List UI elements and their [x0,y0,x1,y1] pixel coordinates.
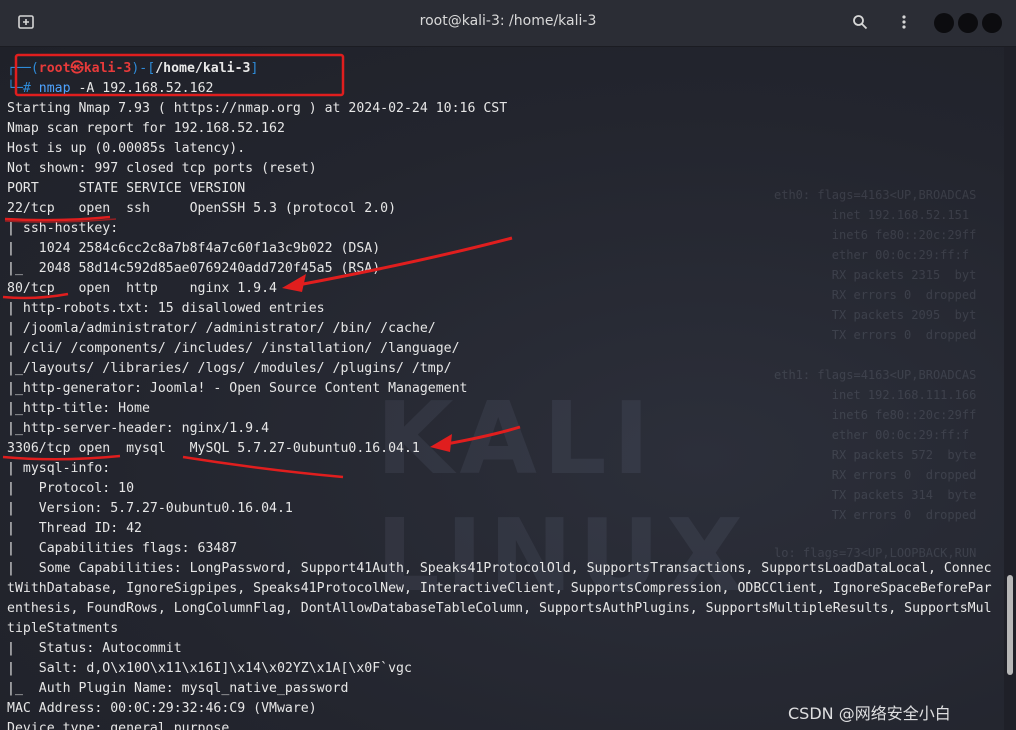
scrollbar[interactable] [1004,47,1016,730]
prompt-path: /home/kali-3 [155,61,251,76]
output-line: Host is up (0.00085s latency). [7,141,246,156]
scrollbar-thumb[interactable] [1007,575,1013,675]
output-line: tWithDatabase, IgnoreSigpipes, Speaks41P… [7,581,992,596]
output-line: Nmap scan report for 192.168.52.162 [7,121,285,136]
prompt-line: ┌──(root㉿kali-3)-[/home/kali-3] [7,61,259,76]
output-line: | ssh-hostkey: [7,221,127,236]
minimize-button[interactable] [934,13,954,33]
output-line: | Some Capabilities: LongPassword, Suppo… [7,561,992,576]
output-line: 22/tcp open ssh OpenSSH 5.3 (protocol 2.… [7,201,397,216]
output-line: | http-robots.txt: 15 disallowed entries [7,301,333,316]
output-line: PORT STATE SERVICE VERSION [7,181,246,196]
output-line: | mysql-info: [7,461,119,476]
maximize-button[interactable] [958,13,978,33]
output-line: | Thread ID: 42 [7,521,142,536]
output-line: |_ 2048 58d14c592d85ae0769240add720f45a5… [7,261,381,276]
output-line: | Status: Autocommit [7,641,182,656]
output-line: |_ Auth Plugin Name: mysql_native_passwo… [7,681,349,696]
output-line: Starting Nmap 7.93 ( https://nmap.org ) … [7,101,508,116]
output-line: | Protocol: 10 [7,481,135,496]
menu-icon[interactable] [896,14,912,34]
command-args: -A 192.168.52.162 [70,81,214,96]
terminal-area[interactable]: eth0: flags=4163<UP,BROADCAS inet 192.16… [0,47,1004,730]
output-line: tipleStatments [7,621,119,636]
output-line: |_http-server-header: nginx/1.9.4 [7,421,270,436]
prompt-user: root㉿kali-3 [38,61,132,76]
output-line: |_http-generator: Joomla! - Open Source … [7,381,468,396]
output-line: | Version: 5.7.27-0ubuntu0.16.04.1 [7,501,293,516]
output-line: | 1024 2584c6cc2c8a7b8f4a7c60f1a3c9b022 … [7,241,381,256]
close-button[interactable] [982,13,1002,33]
output-line: | /joomla/administrator/ /administrator/… [7,321,444,336]
title-bar: root@kali-3: /home/kali-3 [0,0,1016,47]
output-line: |_http-title: Home [7,401,150,416]
output-line: enthesis, FoundRows, LongColumnFlag, Don… [7,601,992,616]
output-line: | /cli/ /components/ /includes/ /install… [7,341,468,356]
search-icon[interactable] [852,14,868,34]
command-name: nmap [38,81,71,96]
output-line: 3306/tcp open mysql MySQL 5.7.27-0ubuntu… [7,441,420,456]
output-line: | Capabilities flags: 63487 [7,541,238,556]
csdn-watermark: CSDN @网络安全小白 [788,704,951,723]
terminal-output: ┌──(root㉿kali-3)-[/home/kali-3] └─# nmap… [7,59,992,730]
output-line: 80/tcp open http nginx 1.9.4 [7,281,277,296]
output-line: | Salt: d,O\x10O\x11\x16I]\x14\x02YZ\x1A… [7,661,412,676]
output-line: |_/layouts/ /libraries/ /logs/ /modules/… [7,361,452,376]
output-line: Not shown: 997 closed tcp ports (reset) [7,161,317,176]
command-line: └─# nmap -A 192.168.52.162 [7,81,214,96]
